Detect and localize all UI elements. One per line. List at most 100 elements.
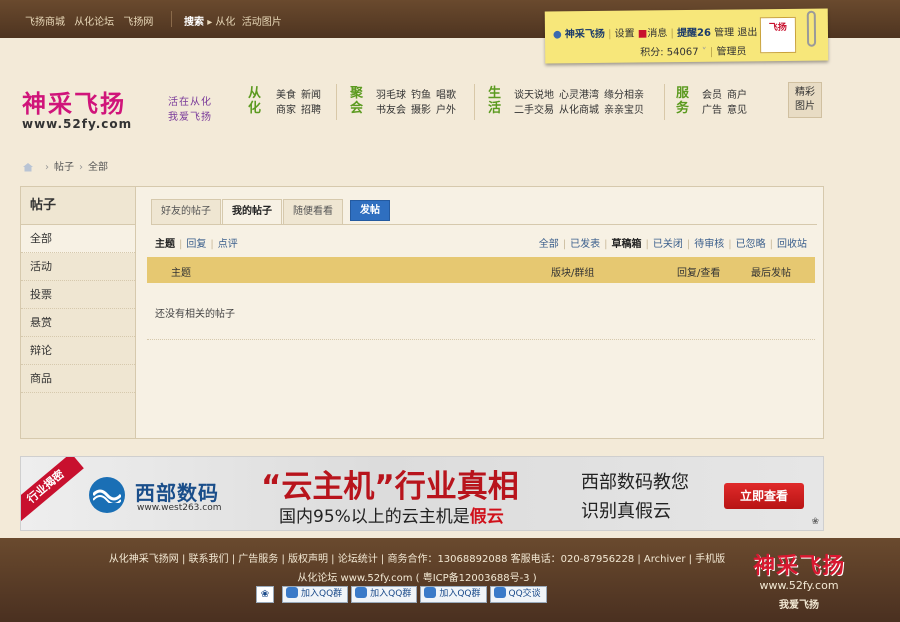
sidebar-item-poll[interactable]: 投票 [21, 281, 135, 309]
col-subject: 主题 [171, 268, 191, 279]
nav-item[interactable]: 唱歌 [436, 90, 456, 101]
manage-link[interactable]: 管理 [714, 28, 734, 39]
posts-panel: 帖子 全部 活动 投票 悬赏 辩论 商品 好友的帖子 我的帖子 随便看看 发帖 主题 |… [20, 186, 824, 439]
table-header: 主题 版块/群组 回复/查看 最后发帖 [147, 257, 815, 283]
nav-item[interactable]: 羽毛球 [376, 90, 406, 101]
breadcrumb: › 帖子 › 全部 [22, 158, 108, 173]
ad-right-line-1: 西部数码教您 [581, 472, 689, 493]
top-link-forum[interactable]: 从化论坛 [74, 17, 114, 28]
search-link-conghua[interactable]: 从化 [215, 17, 235, 28]
logout-link[interactable]: 退出 [737, 27, 757, 38]
status-closed[interactable]: 已关闭 [653, 239, 683, 250]
nav-item[interactable]: 钓鱼 [411, 90, 431, 101]
join-qq-group-button[interactable]: 加入QQ群 [420, 586, 487, 603]
join-qq-group-button[interactable]: 加入QQ群 [351, 586, 418, 603]
points-link[interactable]: 积分: 54067 [640, 47, 698, 59]
nav-item[interactable]: 缘分相亲 [604, 90, 644, 101]
admin-link[interactable]: 管理员 [716, 46, 746, 57]
chevron-down-icon[interactable]: ˅ [702, 47, 707, 58]
nav-item[interactable]: 从化商城 [559, 105, 599, 116]
nav-item[interactable]: 商户 [727, 90, 747, 101]
tab-random[interactable]: 随便看看 [283, 199, 343, 225]
top-link-mall[interactable]: 飞扬商城 [25, 17, 65, 28]
top-link-site[interactable]: 飞扬网 [123, 17, 153, 28]
featured-line-1: 精彩 [795, 87, 815, 98]
status-pending[interactable]: 待审核 [694, 239, 724, 250]
nav-group-title: 服务 [676, 86, 690, 116]
filter-thread[interactable]: 主题 [155, 239, 175, 250]
sidebar: 帖子 全部 活动 投票 悬赏 辩论 商品 [21, 187, 136, 438]
nav-item[interactable]: 二手交易 [514, 105, 554, 116]
ad-cta-button[interactable]: 立即查看 [724, 483, 804, 509]
nav-item[interactable]: 摄影 [411, 105, 431, 116]
tab-my-posts[interactable]: 我的帖子 [222, 199, 282, 225]
home-icon[interactable] [22, 162, 34, 172]
search-label[interactable]: 搜索 [184, 17, 204, 28]
messages-link[interactable]: 消息 [647, 28, 667, 39]
row-divider [147, 339, 815, 340]
tab-divider [151, 224, 817, 225]
nav-item[interactable]: 谈天说地 [514, 90, 554, 101]
col-lastpost: 最后发帖 [751, 268, 791, 279]
breadcrumb-all[interactable]: 全部 [88, 162, 108, 173]
nav-divider [474, 84, 475, 120]
status-recycle[interactable]: 回收站 [777, 239, 807, 250]
ad-subline: 国内95%以上的云主机是假云 [279, 502, 504, 527]
main-content: 好友的帖子 我的帖子 随便看看 发帖 主题 | 回复 | 点评 全部 | 已发表 | 草稿箱 | 已关闭 |… [137, 187, 823, 438]
footer-logo-title: 神采飞扬 [752, 553, 845, 579]
sidebar-item-reward[interactable]: 悬赏 [21, 309, 135, 337]
type-filter: 主题 | 回复 | 点评 [155, 239, 238, 250]
tab-friends-posts[interactable]: 好友的帖子 [151, 199, 221, 225]
nav-item[interactable]: 户外 [436, 105, 456, 116]
nav-item[interactable]: 书友会 [376, 105, 406, 116]
nav-item[interactable]: 新闻 [301, 90, 321, 101]
username-link[interactable]: 神采飞扬 [565, 29, 605, 40]
status-drafts[interactable]: 草稿箱 [612, 239, 642, 250]
sidebar-item-activity[interactable]: 活动 [21, 253, 135, 281]
ad-brand-url: www.west263.com [137, 503, 222, 513]
user-points-row: 积分: 54067 ˅ | 管理员 [640, 46, 747, 59]
nav-item[interactable]: 招聘 [301, 105, 321, 116]
nav-item[interactable]: 意见 [727, 105, 747, 116]
nav-divider [664, 84, 665, 120]
ad-brand: 西部数码 [135, 481, 219, 505]
west-logo-icon [89, 477, 125, 513]
qq-chat-button[interactable]: QQ交谈 [489, 586, 547, 603]
nav-item[interactable]: 会员 [702, 90, 722, 101]
reminder-link[interactable]: 提醒26 [677, 28, 711, 39]
nav-item[interactable]: 美食 [276, 90, 296, 101]
footer-logo[interactable]: 神采飞扬 www.52fy.com 我爱飞扬 [735, 548, 863, 611]
status-ignored[interactable]: 已忽略 [736, 239, 766, 250]
avatar[interactable]: 飞扬 [759, 16, 797, 54]
new-post-button[interactable]: 发帖 [350, 200, 390, 221]
nav-item[interactable]: 商家 [276, 105, 296, 116]
nav-item[interactable]: 广告 [702, 105, 722, 116]
ad-banner[interactable]: 行业揭密 西部数码 www.west263.com “云主机”行业真相 国内95… [20, 456, 824, 531]
footer-qq-buttons: ❀ 加入QQ群 加入QQ群 加入QQ群 QQ交谈 [256, 586, 550, 603]
filter-comment[interactable]: 点评 [218, 239, 238, 250]
site-logo[interactable]: 神采飞扬 www.52fy.com [22, 84, 132, 131]
nav-item[interactable]: 亲亲宝贝 [604, 105, 644, 116]
paperclip-icon [806, 10, 817, 47]
nav-item[interactable]: 心灵港湾 [559, 90, 599, 101]
join-qq-group-button[interactable]: 加入QQ群 [282, 586, 349, 603]
sidebar-item-debate[interactable]: 辩论 [21, 337, 135, 365]
logo-title: 神采飞扬 [22, 89, 126, 118]
filter-reply[interactable]: 回复 [186, 239, 206, 250]
settings-link[interactable]: 设置 [615, 29, 635, 40]
search-link-photos[interactable]: 活动图片 [242, 17, 282, 28]
breadcrumb-posts[interactable]: 帖子 [54, 162, 74, 173]
status-published[interactable]: 已发表 [570, 239, 600, 250]
chevron-right-icon: › [79, 162, 83, 173]
sidebar-item-goods[interactable]: 商品 [21, 365, 135, 393]
top-links: 飞扬商城 从化论坛 飞扬网 [25, 13, 159, 28]
sidebar-item-all[interactable]: 全部 [21, 225, 135, 253]
footer-icp[interactable]: 从化论坛 www.52fy.com ( 粤ICP备12003688号-3 ) [0, 569, 834, 584]
chevron-right-icon: › [45, 162, 49, 173]
slogan-line-2: 我爱飞扬 [168, 112, 212, 123]
paw-icon[interactable]: ❀ [256, 586, 274, 603]
footer-links[interactable]: 从化神采飞扬网 | 联系我们 | 广告服务 | 版权声明 | 论坛统计 | 商务… [0, 550, 834, 565]
col-forum: 版块/群组 [551, 268, 595, 279]
status-all[interactable]: 全部 [539, 239, 559, 250]
featured-photos-button[interactable]: 精彩 图片 [788, 82, 822, 118]
